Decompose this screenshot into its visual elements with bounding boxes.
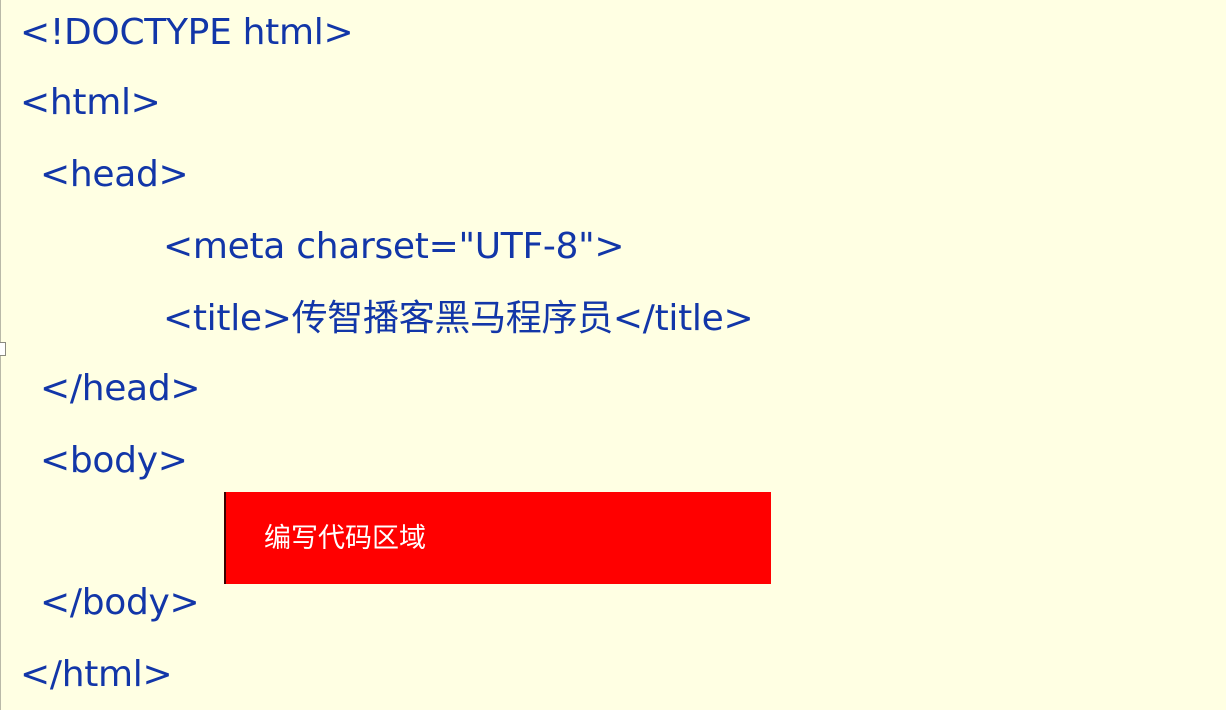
code-line-head-open: <head> bbox=[40, 154, 189, 195]
code-line-html-close: </html> bbox=[20, 654, 173, 695]
code-line-body-open: <body> bbox=[40, 440, 188, 481]
code-line-doctype: <!DOCTYPE html> bbox=[20, 12, 354, 53]
code-area-label: 编写代码区域 bbox=[264, 523, 426, 554]
code-line-head-close: </head> bbox=[40, 368, 201, 409]
code-writing-area: 编写代码区域 bbox=[224, 492, 771, 584]
code-line-title: <title>传智播客黑马程序员</title> bbox=[163, 298, 754, 339]
code-line-meta-charset: <meta charset="UTF-8"> bbox=[163, 226, 625, 267]
code-line-body-close: </body> bbox=[40, 582, 200, 623]
resize-handle[interactable] bbox=[0, 342, 6, 356]
code-line-html-open: <html> bbox=[20, 82, 161, 123]
